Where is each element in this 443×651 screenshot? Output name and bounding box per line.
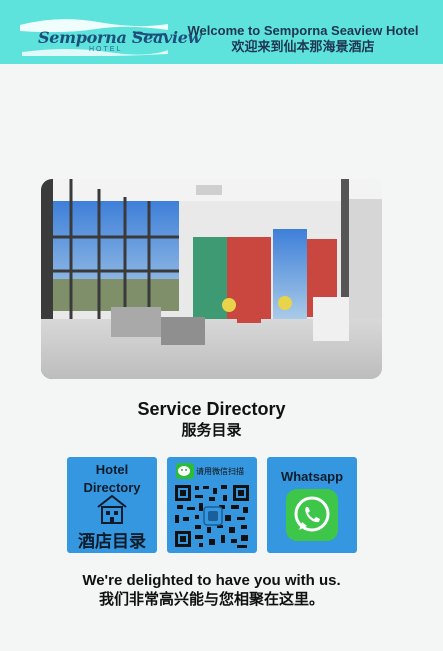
footer-line-en: We're delighted to have you with us. — [82, 572, 341, 589]
lobby-photo — [41, 179, 382, 379]
logo-subtitle: HOTEL — [89, 46, 123, 53]
hotel-building-icon — [97, 494, 127, 524]
service-title-en: Service Directory — [137, 399, 286, 419]
welcome-message: Welcome to Semporna Seaview Hotel 欢迎来到仙本… — [178, 22, 428, 56]
wechat-icon — [176, 463, 194, 479]
service-directory-heading: Service Directory 服务目录 — [0, 398, 423, 440]
wechat-header: 请用微信扫描 — [176, 463, 254, 481]
whatsapp-label: Whatsapp — [280, 469, 344, 484]
hotel-logo[interactable]: Semporna Seaview HOTEL — [18, 16, 201, 58]
welcome-zh: 欢迎来到仙本那海景酒店 — [231, 40, 375, 55]
service-title-zh: 服务目录 — [181, 421, 242, 439]
wechat-scan-label: 请用微信扫描 — [196, 467, 244, 476]
hotel-directory-label: Hotel Directory — [83, 462, 141, 495]
whatsapp-icon — [286, 489, 338, 541]
hotel-directory-label-zh: 酒店目录 — [78, 532, 146, 552]
whatsapp-button[interactable]: Whatsapp — [267, 457, 357, 553]
footer-message: We're delighted to have you with us. 我们非… — [0, 571, 423, 609]
hotel-directory-button[interactable]: Hotel Directory 酒店目录 — [67, 457, 157, 553]
hotel-lobby-image — [41, 179, 382, 379]
welcome-en: Welcome to Semporna Seaview Hotel — [187, 23, 419, 38]
wechat-qr-code — [173, 483, 251, 549]
wechat-qr-button[interactable]: 请用微信扫描 — [167, 457, 257, 553]
header-bar: Semporna Seaview HOTEL Welcome to Sempor… — [0, 0, 443, 64]
footer-line-zh: 我们非常高兴能与您相聚在这里。 — [98, 590, 324, 608]
logo-title: Semporna Seaview — [38, 28, 202, 47]
